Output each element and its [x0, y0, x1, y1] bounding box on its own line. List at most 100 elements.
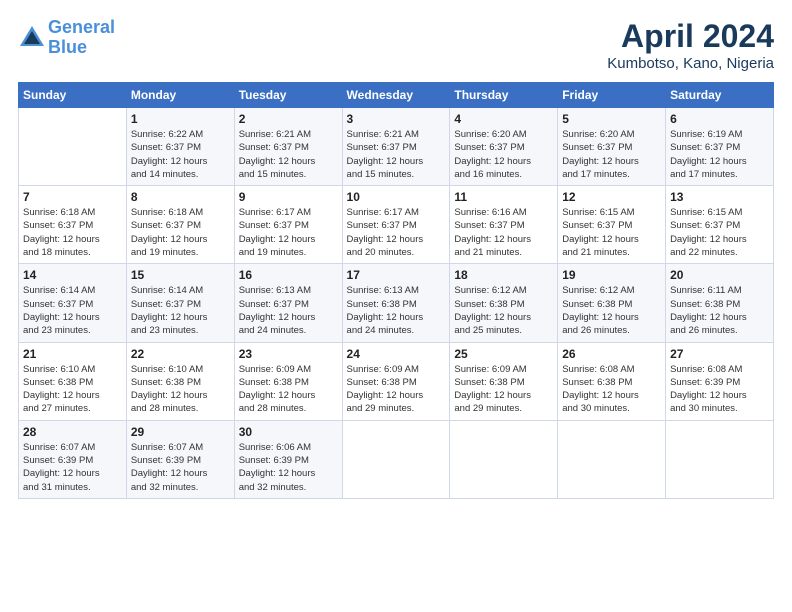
- day-number: 28: [23, 425, 122, 439]
- day-number: 18: [454, 268, 553, 282]
- day-cell: 1 Sunrise: 6:22 AM Sunset: 6:37 PM Daylig…: [126, 108, 234, 186]
- day-cell: 8Sunrise: 6:18 AM Sunset: 6:37 PM Daylig…: [126, 186, 234, 264]
- calendar-table: Sunday Monday Tuesday Wednesday Thursday…: [18, 82, 774, 499]
- day-info: Sunrise: 6:14 AM Sunset: 6:37 PM Dayligh…: [23, 284, 122, 337]
- day-info: Sunrise: 6:12 AM Sunset: 6:38 PM Dayligh…: [562, 284, 661, 337]
- day-info: Sunrise: 6:20 AM Sunset: 6:37 PM Dayligh…: [562, 128, 661, 181]
- title-block: April 2024 Kumbotso, Kano, Nigeria: [607, 18, 774, 72]
- col-wednesday: Wednesday: [342, 83, 450, 108]
- day-number: 6: [670, 112, 769, 126]
- col-tuesday: Tuesday: [234, 83, 342, 108]
- day-info: Sunrise: 6:17 AM Sunset: 6:37 PM Dayligh…: [239, 206, 338, 259]
- day-cell: 3Sunrise: 6:21 AM Sunset: 6:37 PM Daylig…: [342, 108, 450, 186]
- col-sunday: Sunday: [19, 83, 127, 108]
- week-row-3: 14 Sunrise: 6:14 AM Sunset: 6:37 PM Dayli…: [19, 264, 774, 342]
- day-number: 15: [131, 268, 230, 282]
- day-info: Sunrise: 6:09 AM Sunset: 6:38 PM Dayligh…: [454, 363, 553, 416]
- day-number: 12: [562, 190, 661, 204]
- day-cell: 17 Sunrise: 6:13 AM Sunset: 6:38 PM Dayli…: [342, 264, 450, 342]
- day-cell: 25Sunrise: 6:09 AM Sunset: 6:38 PM Dayli…: [450, 342, 558, 420]
- col-monday: Monday: [126, 83, 234, 108]
- day-info: Sunrise: 6:11 AM Sunset: 6:38 PM Dayligh…: [670, 284, 769, 337]
- day-info: Sunrise: 6:08 AM Sunset: 6:38 PM Dayligh…: [562, 363, 661, 416]
- day-cell: 20 Sunrise: 6:11 AM Sunset: 6:38 PM Dayli…: [666, 264, 774, 342]
- day-cell: 26 Sunrise: 6:08 AM Sunset: 6:38 PM Dayli…: [558, 342, 666, 420]
- day-cell: [342, 420, 450, 498]
- day-number: 29: [131, 425, 230, 439]
- day-info: Sunrise: 6:14 AM Sunset: 6:37 PM Dayligh…: [131, 284, 230, 337]
- day-cell: 29 Sunrise: 6:07 AM Sunset: 6:39 PM Dayli…: [126, 420, 234, 498]
- col-friday: Friday: [558, 83, 666, 108]
- day-info: Sunrise: 6:18 AM Sunset: 6:37 PM Dayligh…: [131, 206, 230, 259]
- day-number: 9: [239, 190, 338, 204]
- week-row-4: 21 Sunrise: 6:10 AM Sunset: 6:38 PM Dayli…: [19, 342, 774, 420]
- logo: General Blue: [18, 18, 115, 58]
- day-info: Sunrise: 6:07 AM Sunset: 6:39 PM Dayligh…: [23, 441, 122, 494]
- day-cell: 9 Sunrise: 6:17 AM Sunset: 6:37 PM Daylig…: [234, 186, 342, 264]
- day-info: Sunrise: 6:20 AM Sunset: 6:37 PM Dayligh…: [454, 128, 553, 181]
- week-row-2: 7Sunrise: 6:18 AM Sunset: 6:37 PM Daylig…: [19, 186, 774, 264]
- day-cell: 30Sunrise: 6:06 AM Sunset: 6:39 PM Dayli…: [234, 420, 342, 498]
- day-info: Sunrise: 6:19 AM Sunset: 6:37 PM Dayligh…: [670, 128, 769, 181]
- day-cell: 5Sunrise: 6:20 AM Sunset: 6:37 PM Daylig…: [558, 108, 666, 186]
- logo-text: General Blue: [48, 18, 115, 58]
- day-info: Sunrise: 6:10 AM Sunset: 6:38 PM Dayligh…: [23, 363, 122, 416]
- day-info: Sunrise: 6:09 AM Sunset: 6:38 PM Dayligh…: [347, 363, 446, 416]
- day-cell: 6 Sunrise: 6:19 AM Sunset: 6:37 PM Daylig…: [666, 108, 774, 186]
- day-number: 4: [454, 112, 553, 126]
- day-number: 27: [670, 347, 769, 361]
- day-cell: 24Sunrise: 6:09 AM Sunset: 6:38 PM Dayli…: [342, 342, 450, 420]
- day-number: 11: [454, 190, 553, 204]
- day-info: Sunrise: 6:17 AM Sunset: 6:37 PM Dayligh…: [347, 206, 446, 259]
- day-number: 1: [131, 112, 230, 126]
- day-info: Sunrise: 6:13 AM Sunset: 6:38 PM Dayligh…: [347, 284, 446, 337]
- day-info: Sunrise: 6:12 AM Sunset: 6:38 PM Dayligh…: [454, 284, 553, 337]
- day-cell: 10 Sunrise: 6:17 AM Sunset: 6:37 PM Dayli…: [342, 186, 450, 264]
- col-saturday: Saturday: [666, 83, 774, 108]
- day-info: Sunrise: 6:22 AM Sunset: 6:37 PM Dayligh…: [131, 128, 230, 181]
- day-cell: 27 Sunrise: 6:08 AM Sunset: 6:39 PM Dayli…: [666, 342, 774, 420]
- day-cell: 7Sunrise: 6:18 AM Sunset: 6:37 PM Daylig…: [19, 186, 127, 264]
- week-row-5: 28 Sunrise: 6:07 AM Sunset: 6:39 PM Dayli…: [19, 420, 774, 498]
- day-number: 19: [562, 268, 661, 282]
- day-number: 17: [347, 268, 446, 282]
- logo-icon: [18, 24, 46, 52]
- day-info: Sunrise: 6:15 AM Sunset: 6:37 PM Dayligh…: [562, 206, 661, 259]
- day-info: Sunrise: 6:07 AM Sunset: 6:39 PM Dayligh…: [131, 441, 230, 494]
- day-info: Sunrise: 6:09 AM Sunset: 6:38 PM Dayligh…: [239, 363, 338, 416]
- day-number: 26: [562, 347, 661, 361]
- day-cell: 13 Sunrise: 6:15 AM Sunset: 6:37 PM Dayli…: [666, 186, 774, 264]
- day-number: 21: [23, 347, 122, 361]
- page-container: General Blue April 2024 Kumbotso, Kano, …: [0, 0, 792, 612]
- day-cell: 4 Sunrise: 6:20 AM Sunset: 6:37 PM Daylig…: [450, 108, 558, 186]
- day-info: Sunrise: 6:16 AM Sunset: 6:37 PM Dayligh…: [454, 206, 553, 259]
- week-row-1: 1 Sunrise: 6:22 AM Sunset: 6:37 PM Daylig…: [19, 108, 774, 186]
- day-number: 13: [670, 190, 769, 204]
- day-info: Sunrise: 6:21 AM Sunset: 6:37 PM Dayligh…: [239, 128, 338, 181]
- day-cell: 28 Sunrise: 6:07 AM Sunset: 6:39 PM Dayli…: [19, 420, 127, 498]
- day-cell: [450, 420, 558, 498]
- location: Kumbotso, Kano, Nigeria: [607, 55, 774, 72]
- day-cell: [19, 108, 127, 186]
- day-cell: [666, 420, 774, 498]
- col-thursday: Thursday: [450, 83, 558, 108]
- day-number: 16: [239, 268, 338, 282]
- day-cell: 11 Sunrise: 6:16 AM Sunset: 6:37 PM Dayli…: [450, 186, 558, 264]
- day-number: 22: [131, 347, 230, 361]
- day-cell: 16Sunrise: 6:13 AM Sunset: 6:37 PM Dayli…: [234, 264, 342, 342]
- day-cell: 23Sunrise: 6:09 AM Sunset: 6:38 PM Dayli…: [234, 342, 342, 420]
- day-info: Sunrise: 6:06 AM Sunset: 6:39 PM Dayligh…: [239, 441, 338, 494]
- day-info: Sunrise: 6:08 AM Sunset: 6:39 PM Dayligh…: [670, 363, 769, 416]
- day-cell: 19 Sunrise: 6:12 AM Sunset: 6:38 PM Dayli…: [558, 264, 666, 342]
- header-row: Sunday Monday Tuesday Wednesday Thursday…: [19, 83, 774, 108]
- month-title: April 2024: [607, 18, 774, 55]
- day-cell: 15 Sunrise: 6:14 AM Sunset: 6:37 PM Dayli…: [126, 264, 234, 342]
- header: General Blue April 2024 Kumbotso, Kano, …: [18, 18, 774, 72]
- day-info: Sunrise: 6:21 AM Sunset: 6:37 PM Dayligh…: [347, 128, 446, 181]
- day-number: 2: [239, 112, 338, 126]
- day-number: 10: [347, 190, 446, 204]
- day-info: Sunrise: 6:15 AM Sunset: 6:37 PM Dayligh…: [670, 206, 769, 259]
- day-number: 14: [23, 268, 122, 282]
- day-number: 20: [670, 268, 769, 282]
- day-cell: 18 Sunrise: 6:12 AM Sunset: 6:38 PM Dayli…: [450, 264, 558, 342]
